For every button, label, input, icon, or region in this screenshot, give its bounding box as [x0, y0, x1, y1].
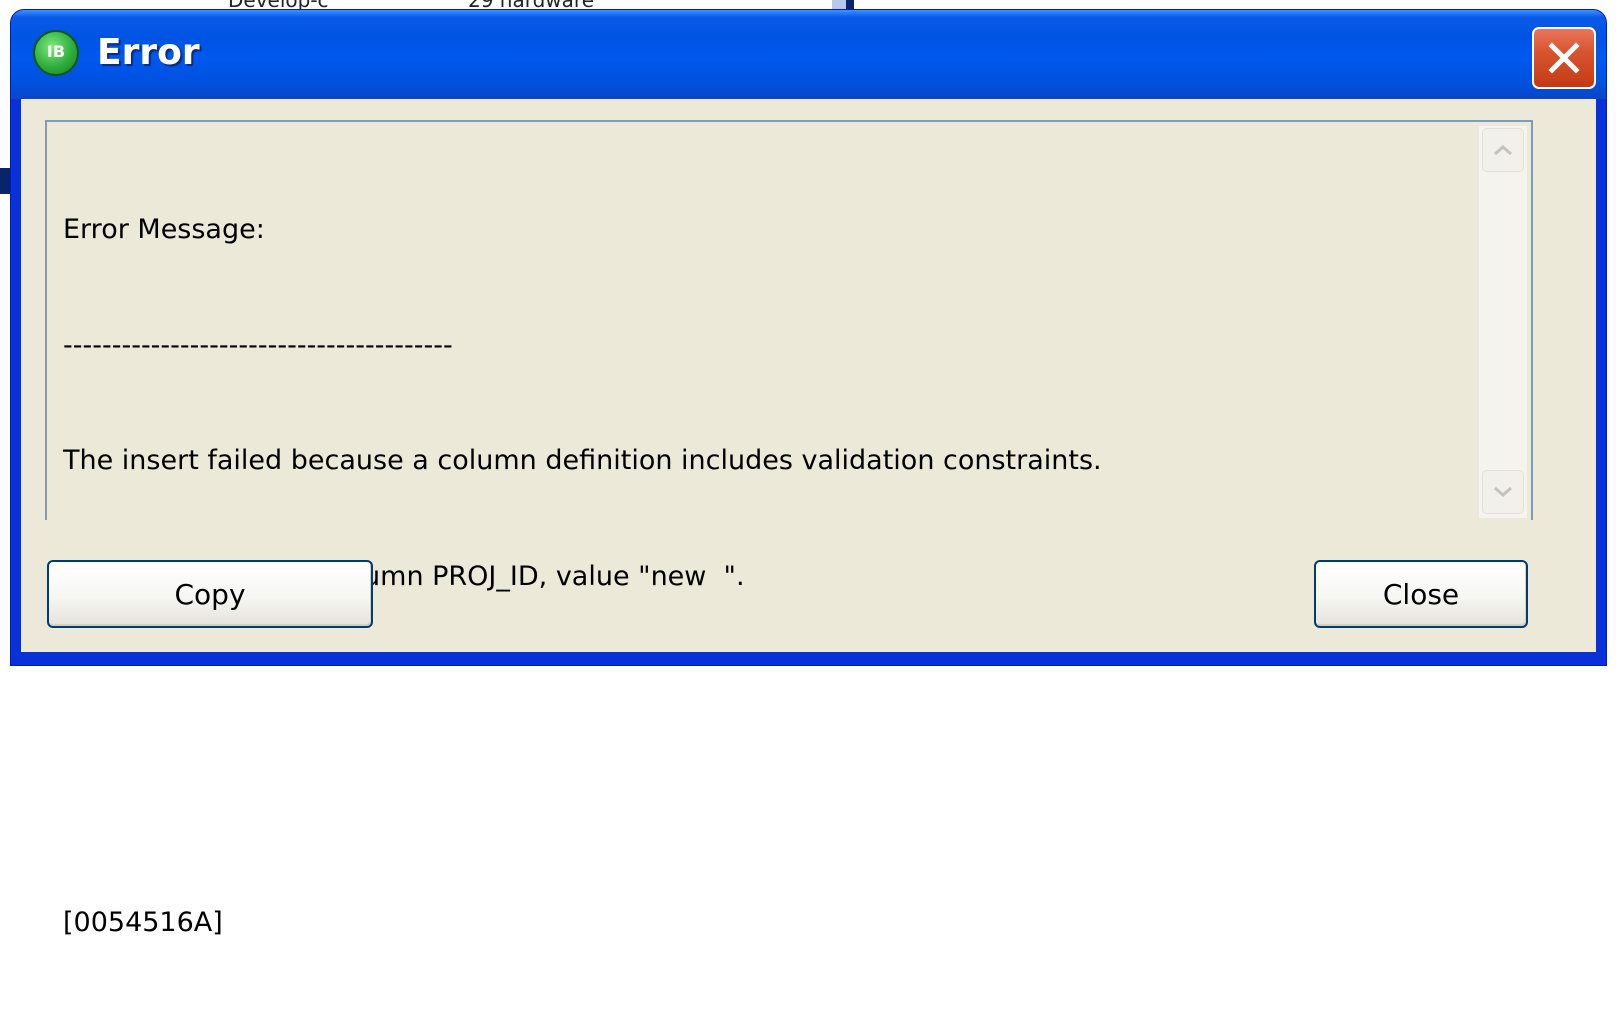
message-line: [0054516A]	[63, 907, 223, 938]
message-line: Error Message:	[63, 214, 265, 245]
error-message-textbox[interactable]: Error Message: -------------------------…	[45, 120, 1533, 938]
close-x-icon[interactable]	[1532, 27, 1596, 89]
scroll-up-button[interactable]	[1482, 128, 1524, 172]
ib-app-icon: IB	[33, 30, 79, 76]
dialog-client-area: Error Message: -------------------------…	[21, 99, 1596, 938]
close-x-glyph	[1548, 42, 1580, 74]
message-line	[63, 789, 1463, 828]
error-dialog: IB Error Error Message: ----------------…	[10, 9, 1607, 938]
close-button[interactable]: Close	[1314, 560, 1528, 628]
chevron-down-icon	[1494, 486, 1512, 497]
title-bar[interactable]: IB Error	[11, 10, 1606, 99]
dialog-title: Error	[97, 32, 200, 73]
vertical-scrollbar[interactable]	[1479, 126, 1527, 518]
message-line: The insert failed because a column defin…	[63, 445, 1102, 476]
message-line	[63, 673, 1463, 712]
message-line: ----------------------------------------	[63, 329, 453, 361]
scroll-down-button[interactable]	[1482, 470, 1524, 514]
chevron-up-icon	[1494, 145, 1512, 156]
copy-button[interactable]: Copy	[47, 560, 373, 628]
